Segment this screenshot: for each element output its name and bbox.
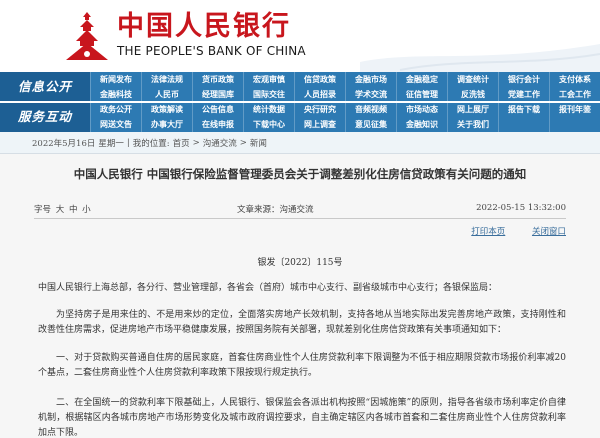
nav-item-recruitment[interactable]: 人员招录 [294,87,345,102]
nav-item-rmb[interactable]: 人民币 [141,87,192,102]
breadcrumb-home[interactable]: 首页 [173,137,190,149]
breadcrumb-news[interactable]: 新闻 [250,137,267,149]
nav-item-pboc-research[interactable]: 央行研究 [294,102,345,117]
nav-item-financial-markets[interactable]: 金融市场 [345,72,396,87]
nav-item-empty [498,117,549,132]
nav-section-service-interaction[interactable]: 服务互动 [0,102,90,132]
nav-item-market-dynamics[interactable]: 市场动态 [396,102,447,117]
nav-item-financial-stability[interactable]: 金融稳定 [396,72,447,87]
nav-item-bank-accounting[interactable]: 银行会计 [498,72,549,87]
font-size-label: 字号 [34,205,52,215]
nav-item-report-download[interactable]: 报告下载 [498,102,549,117]
nav-item-empty [549,117,600,132]
nav-row: 网送文告 办事大厅 在线申报 下载中心 网上调查 意见征集 金融知识 关于我们 [90,117,600,132]
breadcrumb-prefix: 我的位置: [132,138,170,149]
current-date: 2022年5月16日 [32,138,96,149]
nav-item-union-work[interactable]: 工会工作 [549,87,600,102]
breadcrumb-arrow: > [192,137,200,148]
publish-date: 2022-05-15 13:32:00 [476,203,566,213]
article-content: 中国人民银行 中国银行保险监督管理委员会关于调整差别化住房信贷政策有关问题的通知… [0,154,600,438]
nav-item-financial-knowledge[interactable]: 金融知识 [396,117,447,132]
article-addressees: 中国人民银行上海总部，各分行、营业管理部，各省会（首府）城市中心支行、副省级城市… [38,283,498,293]
nav-item-opinion-collection[interactable]: 意见征集 [345,117,396,132]
print-page-link[interactable]: 打印本页 [471,227,505,237]
font-size-selector: 字号 大 中 小 [34,203,93,215]
breadcrumb-communication[interactable]: 沟通交流 [203,137,237,149]
nav-item-news-release[interactable]: 新闻发布 [90,72,141,87]
breadcrumb-separator: | [126,137,130,148]
nav-item-credit-reference[interactable]: 征信管理 [396,87,447,102]
nav-section-info-disclosure[interactable]: 信息公开 [0,72,90,102]
nav-item-online-documents[interactable]: 网送文告 [90,117,141,132]
header-decoration [360,44,600,72]
breadcrumb-arrow: > [239,137,247,148]
article-meta: 字号 大 中 小 文章来源：沟通交流 2022-05-15 13:32:00 [34,203,566,217]
nav-item-download-center[interactable]: 下载中心 [243,117,294,132]
source-value: 沟通交流 [279,205,314,215]
nav-item-international[interactable]: 国际交往 [243,87,294,102]
font-size-medium-button[interactable]: 中 [69,205,78,215]
nav-item-survey-statistics[interactable]: 调查统计 [447,72,498,87]
font-size-small-button[interactable]: 小 [82,205,91,215]
nav-item-credit-policy[interactable]: 信贷政策 [294,72,345,87]
nav-item-treasury[interactable]: 经理国库 [192,87,243,102]
font-size-large-button[interactable]: 大 [56,205,65,215]
nav-item-academic[interactable]: 学术交流 [345,87,396,102]
article-actions: 打印本页 关闭窗口 [447,225,566,237]
nav-item-audio-video[interactable]: 音频视频 [345,102,396,117]
article-title: 中国人民银行 中国银行保险监督管理委员会关于调整差别化住房信贷政策有关问题的通知 [73,167,527,181]
nav-row: 政务公开 政策解读 公告信息 统计数据 央行研究 音频视频 市场动态 网上展厅 … [90,102,600,117]
nav-item-statistical-data[interactable]: 统计数据 [243,102,294,117]
article-paragraph: 一、对于贷款购买普通自住房的居民家庭，首套住房商业性个人住房贷款利率下限调整为不… [38,353,566,378]
close-window-link[interactable]: 关闭窗口 [532,227,566,237]
nav-item-policy-interpretation[interactable]: 政策解读 [141,102,192,117]
article-paragraph: 为坚持房子是用来住的、不是用来炒的定位，全面落实房地产长效机制，支持各地从当地实… [38,310,566,335]
nav-item-yearbooks[interactable]: 报刊年鉴 [549,102,600,117]
nav-item-macro-prudential[interactable]: 宏观审慎 [243,72,294,87]
current-weekday: 星期一 [98,138,124,149]
nav-item-anti-money-laundering[interactable]: 反洗钱 [447,87,498,102]
nav-item-online-exhibition[interactable]: 网上展厅 [447,102,498,117]
site-title-cn[interactable]: 中国人民银行 [117,12,291,42]
nav-item-online-filing[interactable]: 在线申报 [192,117,243,132]
source-label: 文章来源： [237,205,280,215]
main-navigation: 信息公开 服务互动 新闻发布 法律法规 货币政策 宏观审慎 信贷政策 金融市场 … [0,72,600,132]
nav-item-announcements[interactable]: 公告信息 [192,102,243,117]
nav-row: 新闻发布 法律法规 货币政策 宏观审慎 信贷政策 金融市场 金融稳定 调查统计 … [90,72,600,87]
article-paragraph: 二、在全国统一的贷款利率下限基础上，人民银行、银保监会各派出机构按照“因城施策”… [38,398,566,438]
nav-item-payment-system[interactable]: 支付体系 [549,72,600,87]
breadcrumb: 2022年5月16日 星期一 | 我的位置: 首页 > 沟通交流 > 新闻 [0,132,600,154]
nav-item-monetary-policy[interactable]: 货币政策 [192,72,243,87]
document-number: 银发〔2022〕115号 [257,258,343,268]
article-source: 文章来源：沟通交流 [237,203,314,215]
meta-divider [34,218,566,219]
nav-item-service-hall[interactable]: 办事大厅 [141,117,192,132]
nav-item-laws[interactable]: 法律法规 [141,72,192,87]
nav-item-government-affairs[interactable]: 政务公开 [90,102,141,117]
nav-row: 金融科技 人民币 经理国库 国际交往 人员招录 学术交流 征信管理 反洗钱 党建… [90,87,600,102]
site-header: 中国人民银行 THE PEOPLE'S BANK OF CHINA [0,0,600,72]
nav-item-online-survey[interactable]: 网上调查 [294,117,345,132]
site-title-en: THE PEOPLE'S BANK OF CHINA [117,44,306,58]
nav-item-fintech[interactable]: 金融科技 [90,87,141,102]
nav-item-about-us[interactable]: 关于我们 [447,117,498,132]
nav-item-party-building[interactable]: 党建工作 [498,87,549,102]
pboc-emblem-icon[interactable] [64,10,110,62]
